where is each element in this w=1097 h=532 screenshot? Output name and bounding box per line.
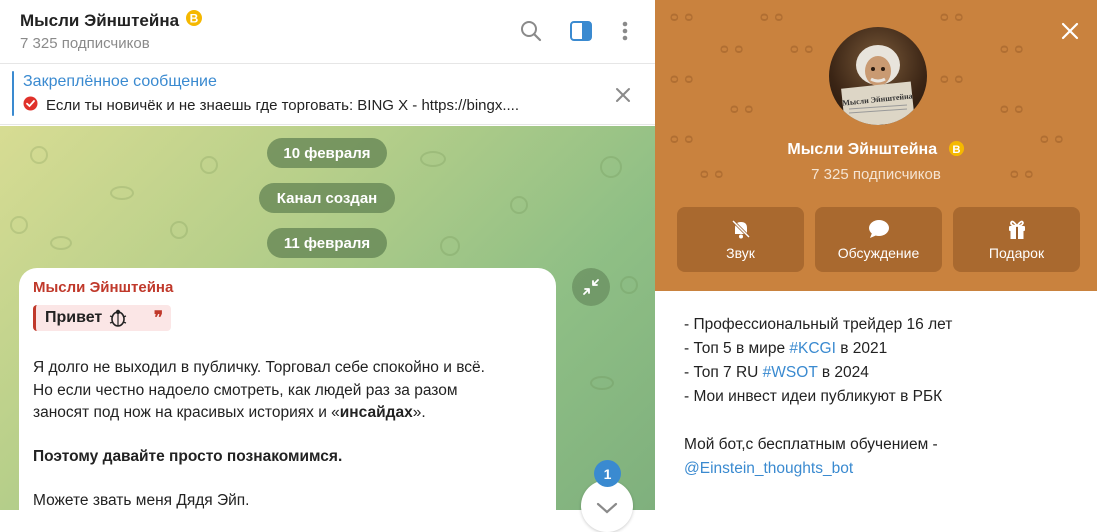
message-paragraph-3: Можете звать меня Дядя Эйп. xyxy=(33,492,250,509)
pinned-title: Закреплённое сообщение xyxy=(23,73,217,90)
chat-bubble-icon xyxy=(815,217,942,241)
description-text: в 2021 xyxy=(835,340,888,357)
hashtag-link[interactable]: #WSOT xyxy=(763,364,818,381)
gift-button[interactable]: Подарок xyxy=(953,207,1080,272)
gift-label: Подарок xyxy=(988,245,1045,261)
chat-header[interactable]: Мысли Эйнштейна B 7 325 подписчиков xyxy=(0,0,655,64)
message-line: Я долго не выходил в публичку. Торговал … xyxy=(33,359,485,376)
collapse-icon[interactable] xyxy=(572,268,610,306)
channel-description: - Профессиональный трейдер 16 лет - Топ … xyxy=(684,313,1084,481)
bug-emoji-icon xyxy=(108,308,128,328)
message-paragraph-1: Я долго не выходил в публичку. Торговал … xyxy=(33,357,538,425)
svg-text:B: B xyxy=(952,144,960,156)
scroll-down-button[interactable] xyxy=(581,480,633,532)
message-bold-text: инсайдах xyxy=(339,404,413,421)
pinned-bar xyxy=(12,71,14,116)
date-pill: 11 февраля xyxy=(267,228,387,258)
quote-mark-icon: ❞ xyxy=(153,308,163,327)
check-mark-icon xyxy=(23,96,38,115)
description-line: - Профессиональный трейдер 16 лет xyxy=(684,316,953,333)
profile-subscribers: 7 325 подписчиков xyxy=(811,166,941,183)
message-line: Но если честно надоело смотреть, как люд… xyxy=(33,381,458,399)
svg-text:B: B xyxy=(190,12,199,26)
description-text: - Топ 7 RU xyxy=(684,364,763,381)
chat-title[interactable]: Мысли Эйнштейна B xyxy=(20,9,203,32)
quote-text: Привет xyxy=(45,309,103,326)
mute-button[interactable]: Звук xyxy=(677,207,804,272)
message-paragraph-2: Поэтому давайте просто познакомимся. xyxy=(33,448,343,465)
sidebar-toggle-icon[interactable] xyxy=(567,17,595,45)
profile-pane: ᴑ ᴑ ᴑ ᴑ ᴑ ᴑ ᴑ ᴑ ᴑ ᴑ ᴑ ᴑ ᴑ ᴑ ᴑ ᴑ ᴑ ᴑ ᴑ ᴑ … xyxy=(655,0,1097,510)
close-profile-icon[interactable] xyxy=(1055,16,1085,46)
message-line: заносят под нож на красивых историях и «… xyxy=(33,402,538,425)
profile-name-text: Мысли Эйнштейна xyxy=(787,141,938,158)
pinned-text-row: Если ты новичёк и не знаешь где торговат… xyxy=(23,96,519,115)
description-text: - Топ 5 в мире xyxy=(684,340,790,357)
bitcoin-badge-icon: B xyxy=(185,9,203,32)
pinned-text: Если ты новичёк и не знаешь где торговат… xyxy=(46,97,520,114)
message-text: ». xyxy=(412,404,426,421)
description-line: - Топ 5 в мире #KCGI в 2021 xyxy=(684,337,1084,361)
pinned-message[interactable]: Закреплённое сообщение Если ты новичёк и… xyxy=(0,64,655,125)
chat-pane: Мысли Эйнштейна B 7 325 подписчиков Закр… xyxy=(0,0,655,532)
bell-off-icon xyxy=(677,217,804,241)
description-line: - Топ 7 RU #WSOT в 2024 xyxy=(684,361,1084,385)
message-bubble[interactable]: Мысли Эйнштейна Привет ❞ Я долго не выхо… xyxy=(19,268,556,528)
mute-label: Звук xyxy=(726,245,755,261)
channel-created-pill: Канал создан xyxy=(259,183,395,213)
profile-name: Мысли Эйнштейна B xyxy=(655,140,1097,162)
message-quote[interactable]: Привет ❞ xyxy=(33,305,171,331)
gift-icon xyxy=(953,217,1080,241)
unread-count-badge: 1 xyxy=(594,460,621,487)
description-text: в 2024 xyxy=(817,364,869,381)
channel-avatar[interactable]: Мысли Эйнштейна xyxy=(829,27,927,125)
search-icon[interactable] xyxy=(517,17,545,45)
description-line: Мой бот,с бесплатным обучением - xyxy=(684,436,938,453)
discussion-label: Обсуждение xyxy=(837,245,920,261)
message-text: заносят под нож на красивых историях и « xyxy=(33,404,340,421)
more-options-icon[interactable] xyxy=(611,17,639,45)
bot-link[interactable]: @Einstein_thoughts_bot xyxy=(684,457,1084,481)
discussion-button[interactable]: Обсуждение xyxy=(815,207,942,272)
channel-name: Мысли Эйнштейна xyxy=(20,10,180,30)
profile-header: ᴑ ᴑ ᴑ ᴑ ᴑ ᴑ ᴑ ᴑ ᴑ ᴑ ᴑ ᴑ ᴑ ᴑ ᴑ ᴑ ᴑ ᴑ ᴑ ᴑ … xyxy=(655,0,1097,291)
bitcoin-badge-icon: B xyxy=(948,140,965,162)
hashtag-link[interactable]: #KCGI xyxy=(789,340,836,357)
description-line: - Мои инвест идеи публикуют в РБК xyxy=(684,388,943,405)
close-pinned-icon[interactable] xyxy=(608,80,638,110)
subscriber-count: 7 325 подписчиков xyxy=(20,35,150,52)
date-pill: 10 февраля xyxy=(267,138,387,168)
chevron-down-icon xyxy=(596,501,618,515)
message-author[interactable]: Мысли Эйнштейна xyxy=(33,279,173,296)
